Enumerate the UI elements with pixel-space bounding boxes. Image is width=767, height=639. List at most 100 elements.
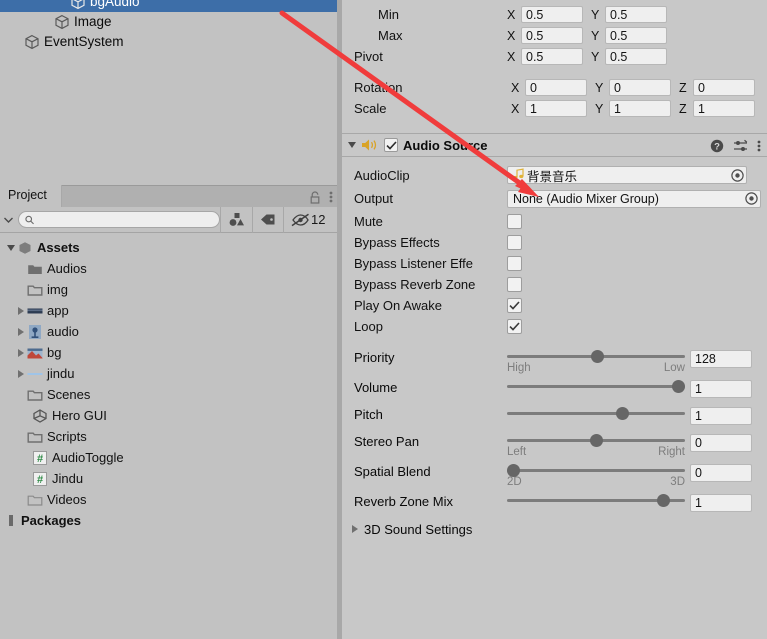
asset-row-videos[interactable]: Videos (0, 489, 337, 510)
tab-project[interactable]: Project (0, 185, 62, 207)
rect-rotation-z-input[interactable] (693, 79, 755, 96)
checkmark-icon (509, 322, 520, 331)
object-picker-icon[interactable] (745, 192, 758, 205)
mute-checkbox[interactable] (507, 214, 522, 229)
hierarchy-item-bgaudio[interactable]: bgAudio (0, 0, 337, 12)
asset-label: Jindu (52, 471, 84, 486)
priority-value-input[interactable] (690, 350, 752, 368)
asset-row-hero-gui[interactable]: Hero GUI (0, 405, 337, 426)
audio-source-component-header[interactable]: Audio Source ? (342, 133, 767, 157)
play-on-awake-checkbox[interactable] (507, 298, 522, 313)
asset-row-jindu[interactable]: jindu (0, 363, 337, 384)
rect-min-x-input[interactable] (521, 6, 583, 23)
kebab-menu-icon[interactable] (329, 190, 333, 204)
loop-checkbox[interactable] (507, 319, 522, 334)
csharp-script-icon: # (33, 450, 47, 465)
3d-sound-settings-foldout[interactable]: 3D Sound Settings (342, 517, 767, 541)
volume-value-input[interactable] (690, 380, 752, 398)
rect-max-label: Max (378, 28, 403, 43)
bypass-reverb-zones-checkbox[interactable] (507, 277, 522, 292)
audio-source-title: Audio Source (403, 137, 488, 153)
asset-row-packages[interactable]: Packages (0, 510, 337, 531)
asset-row-scripts[interactable]: Scripts (0, 426, 337, 447)
triangle-right-icon (17, 306, 24, 315)
spatial-blend-slider[interactable]: 2D 3D (507, 460, 685, 488)
bypass-listener-effects-checkbox[interactable] (507, 256, 522, 271)
asset-row-bg[interactable]: bg (0, 342, 337, 363)
asset-row-audios[interactable]: Audios (0, 258, 337, 279)
asset-row-audio[interactable]: audio (0, 321, 337, 342)
asset-label: Packages (21, 513, 81, 528)
slider-knob[interactable] (507, 464, 520, 477)
triangle-right-icon (17, 348, 24, 357)
rect-pivot-y-input[interactable] (605, 48, 667, 65)
hidden-objects-button[interactable]: 12 (284, 207, 332, 233)
preset-settings-icon[interactable] (733, 139, 748, 153)
stereo-pan-slider[interactable]: Left Right (507, 430, 685, 458)
rect-scale-z-input[interactable] (693, 100, 755, 117)
rect-scale-y-input[interactable] (609, 100, 671, 117)
filter-by-label-button[interactable] (253, 207, 283, 233)
hierarchy-item-label: Image (74, 14, 112, 29)
audio-source-enabled-checkbox[interactable] (384, 138, 398, 152)
rect-min-y-input[interactable] (605, 6, 667, 23)
spatial-blend-value-input[interactable] (690, 464, 752, 482)
slider-knob[interactable] (616, 407, 630, 420)
slider-knob[interactable] (657, 494, 671, 507)
mute-row: Mute (342, 211, 767, 232)
help-icon[interactable]: ? (710, 139, 724, 153)
hierarchy-item-image[interactable]: Image (0, 12, 337, 32)
loop-label: Loop (354, 319, 383, 334)
project-view-dropdown[interactable] (0, 207, 16, 233)
triangle-down-icon[interactable] (348, 142, 356, 148)
pitch-value-input[interactable] (690, 407, 752, 425)
foldout-toggle[interactable] (4, 515, 17, 526)
search-input[interactable] (38, 212, 213, 227)
stereo-pan-value-input[interactable] (690, 434, 752, 452)
asset-label: Scenes (47, 387, 91, 402)
rect-rotation-x-input[interactable] (525, 79, 587, 96)
slider-knob[interactable] (591, 350, 605, 363)
lock-icon[interactable] (309, 190, 321, 204)
axis-y-label: Y (591, 7, 600, 22)
loop-row: Loop (342, 316, 767, 337)
reverb-zone-mix-value-input[interactable] (690, 494, 752, 512)
foldout-toggle[interactable] (14, 348, 27, 357)
rect-max-x-input[interactable] (521, 27, 583, 44)
asset-row-app[interactable]: app (0, 300, 337, 321)
foldout-toggle[interactable] (14, 327, 27, 336)
foldout-toggle[interactable] (4, 244, 17, 251)
filter-by-type-button[interactable] (221, 207, 252, 233)
priority-slider[interactable]: High Low (507, 346, 685, 374)
kebab-menu-icon[interactable] (757, 139, 761, 153)
output-field[interactable]: None (Audio Mixer Group) (507, 189, 761, 208)
foldout-toggle[interactable] (14, 369, 27, 378)
bypass-effects-checkbox[interactable] (507, 235, 522, 250)
audioclip-field[interactable]: 背景音乐 (507, 166, 747, 184)
slider-knob[interactable] (672, 380, 685, 393)
search-field[interactable] (18, 211, 220, 228)
slider-knob[interactable] (589, 434, 603, 447)
rect-rotation-y-input[interactable] (609, 79, 671, 96)
foldout-toggle[interactable] (14, 306, 27, 315)
hierarchy-item-eventsystem[interactable]: EventSystem (0, 32, 337, 52)
asset-row-scenes[interactable]: Scenes (0, 384, 337, 405)
rect-scale-x-input[interactable] (525, 100, 587, 117)
reverb-zone-mix-slider[interactable] (507, 490, 685, 507)
asset-row-img[interactable]: img (0, 279, 337, 300)
asset-row-jindu-script[interactable]: # Jindu (0, 468, 337, 489)
object-picker-icon[interactable] (731, 168, 744, 182)
rect-pivot-x-input[interactable] (521, 48, 583, 65)
volume-slider[interactable] (507, 376, 685, 393)
asset-row-assets[interactable]: Assets (0, 237, 337, 258)
output-value: None (Audio Mixer Group) (513, 191, 659, 206)
asset-row-audiotoggle[interactable]: # AudioToggle (0, 447, 337, 468)
asset-label: Videos (47, 492, 87, 507)
rect-max-y-input[interactable] (605, 27, 667, 44)
mute-label: Mute (354, 214, 383, 229)
slider-track-line (507, 469, 685, 472)
asset-tree: Assets Audios img app audio bg jindu Sce… (0, 233, 337, 531)
pitch-slider[interactable] (507, 403, 685, 420)
